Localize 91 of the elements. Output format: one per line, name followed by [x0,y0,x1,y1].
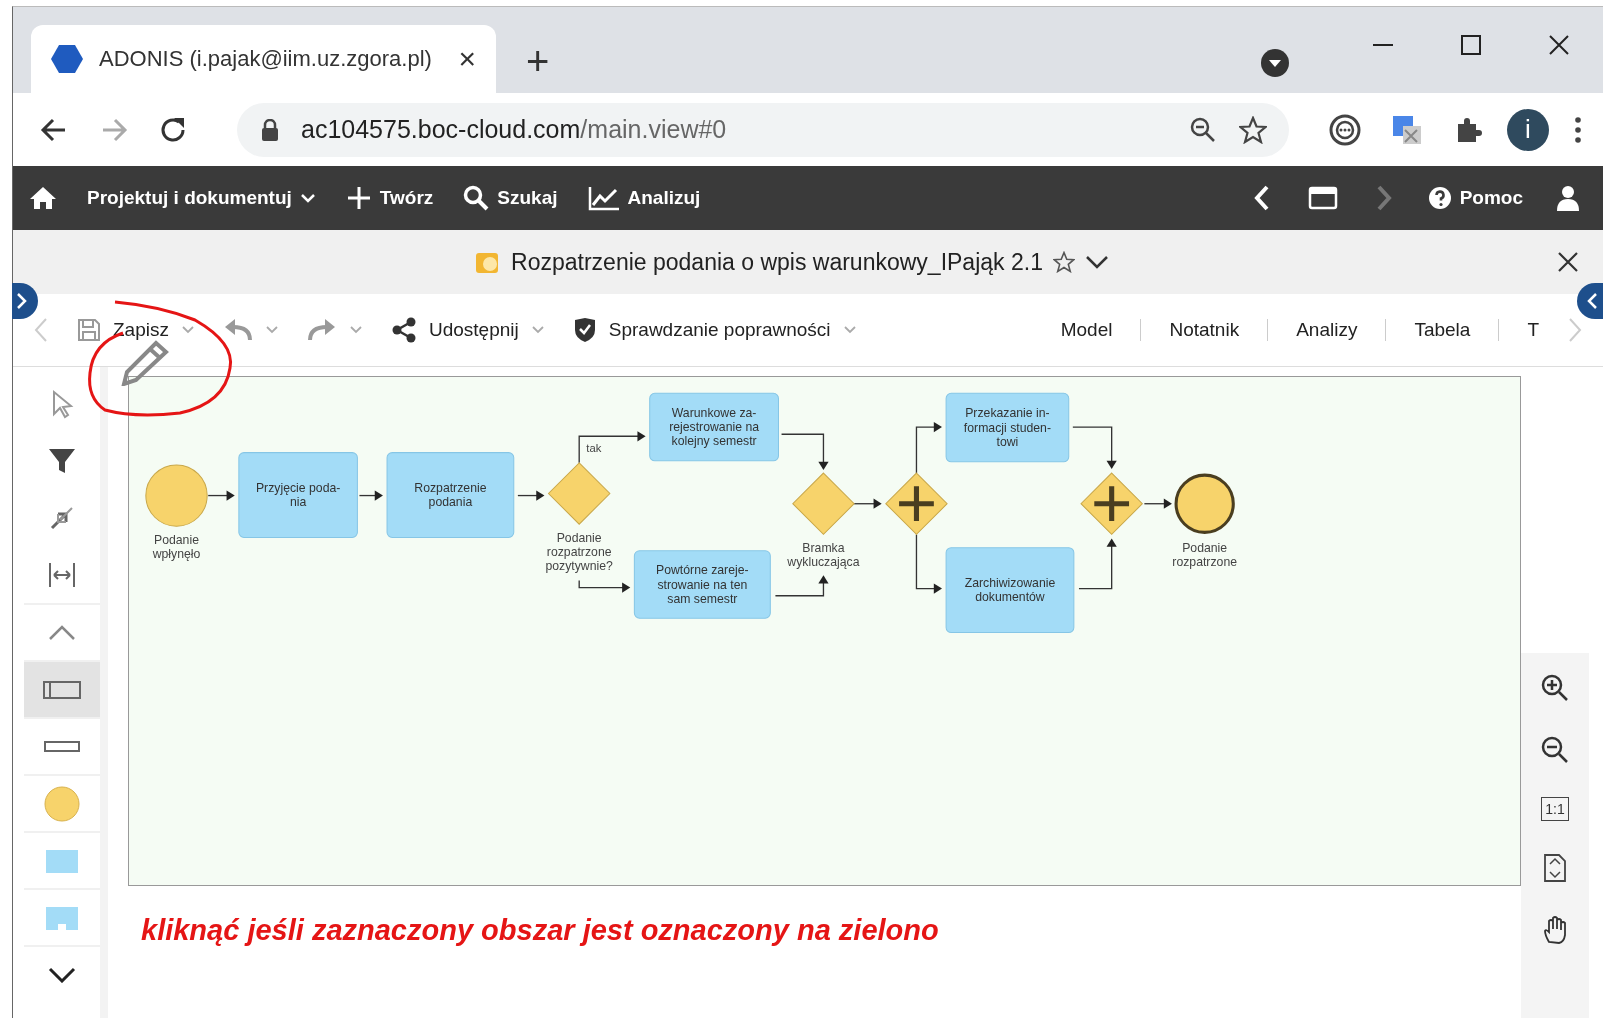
zoom-out-icon[interactable] [1189,115,1217,144]
home-icon[interactable] [29,186,57,210]
profile-avatar[interactable]: i [1507,108,1549,151]
url-text: ac104575.boc-cloud.com/main.view#0 [301,115,727,144]
node-label: Podanie wpłynęło [152,532,201,561]
maximize-icon[interactable] [1459,33,1483,57]
task-box[interactable]: Przekazanie in- formacji studen- towi [945,392,1070,463]
caret-icon [264,325,279,335]
close-icon[interactable] [1557,251,1579,273]
task-box[interactable]: Warunkowe za- rejestrowanie na kolejny semestr [649,392,779,462]
kebab-menu-icon[interactable] [1573,114,1583,145]
tab-title: ADONIS (i.pajak@iim.uz.zgora.pl) [99,46,432,72]
chevron-down-icon [48,966,76,983]
zoom-in-icon[interactable] [1540,673,1570,703]
caret-icon [180,325,195,335]
start-event-circle[interactable] [145,464,208,527]
flow-arrow [517,490,545,501]
close-icon[interactable] [1547,33,1571,57]
redo-icon [306,318,337,342]
validation-button[interactable]: Sprawdzanie poprawności [572,317,857,343]
parallel-gateway[interactable] [885,472,948,536]
flow-label: tak [586,441,602,454]
star-icon[interactable] [1052,251,1075,273]
node-label: Bramka wykluczająca [787,540,860,570]
flow-arrow [915,533,942,594]
flat-rect-icon [44,741,80,752]
wide-rect-tool[interactable] [24,660,100,717]
flow-arrow [774,575,829,597]
close-tab-button[interactable]: × [458,42,476,76]
line-chart-icon [587,185,620,211]
annotation-text: kliknąć jeśli zaznaczony obszar jest oznaczony na zielono [141,914,940,947]
task-box[interactable]: Rozpatrzenie podania [386,452,515,538]
zoom-out-icon[interactable] [1540,735,1570,765]
redo-button[interactable] [306,318,363,342]
flow-arrow [1078,538,1117,590]
actual-size-button[interactable]: 1:1 [1541,797,1569,821]
pencil-icon [120,340,170,386]
flow-arrow [358,490,383,501]
search-icon [463,185,490,211]
model-title: Rozpatrzenie podania o wpis warunkowy_IPająk 2.1 [511,248,1043,276]
window-icon[interactable] [1307,184,1338,212]
task-box[interactable]: Powtórne zareje- strowanie na ten sam semestr [633,550,771,619]
flow-arrow [780,433,829,470]
flow-arrow [1143,498,1172,509]
shield-check-icon [572,317,597,343]
lock-icon [261,118,279,141]
flow-arrow [1072,426,1117,469]
task-box[interactable]: Zarchiwizowanie dokumentów [945,547,1075,633]
address-bar[interactable]: ac104575.boc-cloud.com/main.view#0 [237,102,1289,157]
expand-right-panel-icon[interactable] [1577,283,1603,319]
help-button[interactable]: Pomoc [1427,186,1523,210]
node-label: Podanie rozpatrzone [1172,540,1238,570]
circle-icon [42,783,82,824]
save-button[interactable]: Zapisz [77,318,195,342]
flow-arrow [578,431,646,464]
chat-circle-icon[interactable] [1329,113,1361,146]
translate-icon[interactable] [1391,113,1423,146]
dropdown-circle-icon[interactable] [1261,49,1289,77]
nav-menu-item[interactable]: Projektuj i dokumentuj [87,187,316,209]
new-tab-button[interactable]: + [526,41,550,81]
plus-icon [345,185,372,211]
browser-tab[interactable]: ADONIS (i.pajak@iim.uz.zgora.pl) × [31,25,496,93]
parallel-gateway[interactable] [1080,472,1144,536]
caret-icon [530,325,545,335]
view-tab[interactable]: Model [1060,319,1113,341]
flow-arrow [207,490,235,501]
nav-menu-item[interactable]: Szukaj [463,185,558,211]
view-tab[interactable]: T [1527,319,1539,341]
node-label: Podanie rozpatrzone pozytywnie? [545,530,613,574]
hexagon-icon [51,45,83,73]
share-button[interactable]: Udostępnij [390,317,545,343]
nav-menu-item[interactable]: Twórz [345,185,434,211]
flow-arrow [578,579,631,593]
caret-icon [842,325,857,335]
flow-arrow [853,498,882,509]
caret-icon [348,325,363,335]
caret-icon[interactable] [1084,254,1109,270]
wide-rect-icon [43,680,81,699]
caret-icon [299,192,316,204]
expand-left-panel-icon[interactable] [12,283,38,319]
chevron-up-icon [48,624,76,641]
view-tab[interactable]: Notatnik [1169,319,1240,341]
star-icon[interactable] [1239,115,1267,144]
share-icon [390,317,417,343]
task-box[interactable]: Przyjęcie poda- nia [238,452,358,538]
end-event-circle[interactable] [1174,473,1235,534]
help-icon [1427,186,1452,210]
flow-arrow [915,421,942,474]
nav-menu-item[interactable]: Analizuj [587,185,701,211]
view-tab[interactable]: Analizy [1296,319,1358,341]
view-tab[interactable]: Tabela [1414,319,1471,341]
